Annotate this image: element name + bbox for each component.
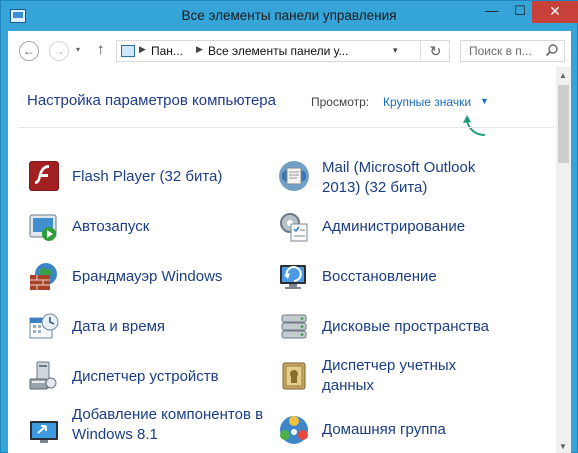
back-button[interactable]: ← bbox=[19, 41, 39, 61]
item-label: Дисковые пространства bbox=[322, 318, 490, 335]
page-title: Настройка параметров компьютера bbox=[27, 92, 276, 109]
chevron-down-icon[interactable]: ▼ bbox=[480, 96, 489, 106]
firewall-icon bbox=[30, 263, 57, 290]
add-features-icon bbox=[30, 421, 58, 443]
item-storage-spaces[interactable]: Дисковые пространства bbox=[277, 310, 517, 354]
address-bar: ← → ▾ ↑ ▶ Пан... ▶ Все элементы панели у… bbox=[8, 31, 571, 67]
annotation-arrow-icon bbox=[463, 115, 486, 136]
window: Все элементы панели управления — ☐ ✕ ← →… bbox=[0, 0, 578, 453]
vertical-scrollbar[interactable]: ▲ ▼ bbox=[556, 67, 571, 453]
chevron-right-icon[interactable]: ▶ bbox=[196, 44, 203, 55]
item-label: Диспетчер устройств bbox=[72, 368, 219, 385]
chevron-right-icon[interactable]: ▶ bbox=[139, 44, 146, 55]
address-path[interactable]: ▶ Пан... ▶ Все элементы панели у... ▾ ↻ bbox=[116, 40, 450, 62]
recovery-icon bbox=[280, 265, 306, 289]
homegroup-icon bbox=[280, 416, 308, 444]
item-firewall[interactable]: Брандмауэр Windows bbox=[27, 260, 257, 304]
credential-manager-icon bbox=[282, 362, 306, 390]
content-pane: Настройка параметров компьютера Просмотр… bbox=[8, 67, 556, 453]
search-input[interactable]: Поиск в п... bbox=[460, 40, 565, 62]
chevron-down-icon[interactable]: ▾ bbox=[393, 45, 398, 56]
scroll-thumb[interactable] bbox=[558, 85, 569, 163]
item-label: Брандмауэр Windows bbox=[72, 268, 223, 285]
forward-button[interactable]: → bbox=[49, 41, 69, 61]
item-administration[interactable]: Администрирование bbox=[277, 210, 517, 254]
item-label: Диспетчер учетных данных bbox=[322, 357, 457, 394]
device-manager-icon bbox=[29, 361, 57, 390]
minimize-button[interactable]: — bbox=[478, 1, 506, 23]
view-label: Просмотр: bbox=[311, 95, 370, 109]
refresh-button[interactable]: ↻ bbox=[420, 41, 450, 61]
breadcrumb-control-panel[interactable]: Пан... bbox=[151, 44, 183, 58]
item-label: Восстановление bbox=[322, 268, 437, 285]
control-panel-icon bbox=[121, 45, 135, 57]
item-label: Mail (Microsoft Outlook 2013) (32 бита) bbox=[322, 159, 476, 196]
autoplay-icon bbox=[29, 214, 57, 241]
window-client: ← → ▾ ↑ ▶ Пан... ▶ Все элементы панели у… bbox=[8, 31, 571, 453]
item-label: Дата и время bbox=[72, 318, 166, 335]
close-button[interactable]: ✕ bbox=[532, 1, 578, 23]
item-label: Автозапуск bbox=[72, 218, 150, 235]
search-placeholder: Поиск в п... bbox=[469, 44, 532, 58]
item-label: Администрирование bbox=[322, 218, 466, 235]
view-mode-dropdown[interactable]: Крупные значки bbox=[383, 95, 471, 109]
divider bbox=[18, 127, 554, 128]
item-homegroup[interactable]: Домашняя группа bbox=[277, 410, 517, 453]
item-mail[interactable]: Mail (Microsoft Outlook 2013) (32 бита) bbox=[277, 159, 517, 203]
search-icon[interactable] bbox=[545, 43, 559, 57]
mail-icon bbox=[279, 161, 309, 191]
item-label: Flash Player (32 бита) bbox=[72, 168, 223, 185]
item-flash-player[interactable]: Flash Player (32 бита) bbox=[27, 159, 257, 203]
date-time-icon bbox=[29, 313, 59, 339]
title-bar[interactable]: Все элементы панели управления — ☐ ✕ bbox=[1, 1, 578, 31]
item-add-features[interactable]: Добавление компонентов в Windows 8.1 bbox=[27, 406, 267, 453]
item-date-time[interactable]: Дата и время bbox=[27, 310, 257, 354]
recent-locations-dropdown[interactable]: ▾ bbox=[76, 45, 80, 54]
administration-icon bbox=[280, 213, 308, 242]
item-credential-manager[interactable]: Диспетчер учетных данных bbox=[277, 357, 517, 403]
maximize-button[interactable]: ☐ bbox=[506, 1, 534, 23]
storage-spaces-icon bbox=[281, 314, 307, 339]
item-autoplay[interactable]: Автозапуск bbox=[27, 210, 257, 254]
item-recovery[interactable]: Восстановление bbox=[277, 260, 517, 304]
scroll-up-arrow-icon[interactable]: ▲ bbox=[559, 71, 567, 80]
breadcrumb-all-items[interactable]: Все элементы панели у... bbox=[208, 44, 348, 58]
scroll-down-arrow-icon[interactable]: ▼ bbox=[559, 442, 567, 451]
flash-player-icon bbox=[29, 161, 59, 191]
item-label: Домашняя группа bbox=[322, 421, 446, 438]
up-button[interactable]: ↑ bbox=[97, 41, 105, 58]
item-device-manager[interactable]: Диспетчер устройств bbox=[27, 359, 257, 403]
item-label: Добавление компонентов в Windows 8.1 bbox=[72, 406, 264, 443]
